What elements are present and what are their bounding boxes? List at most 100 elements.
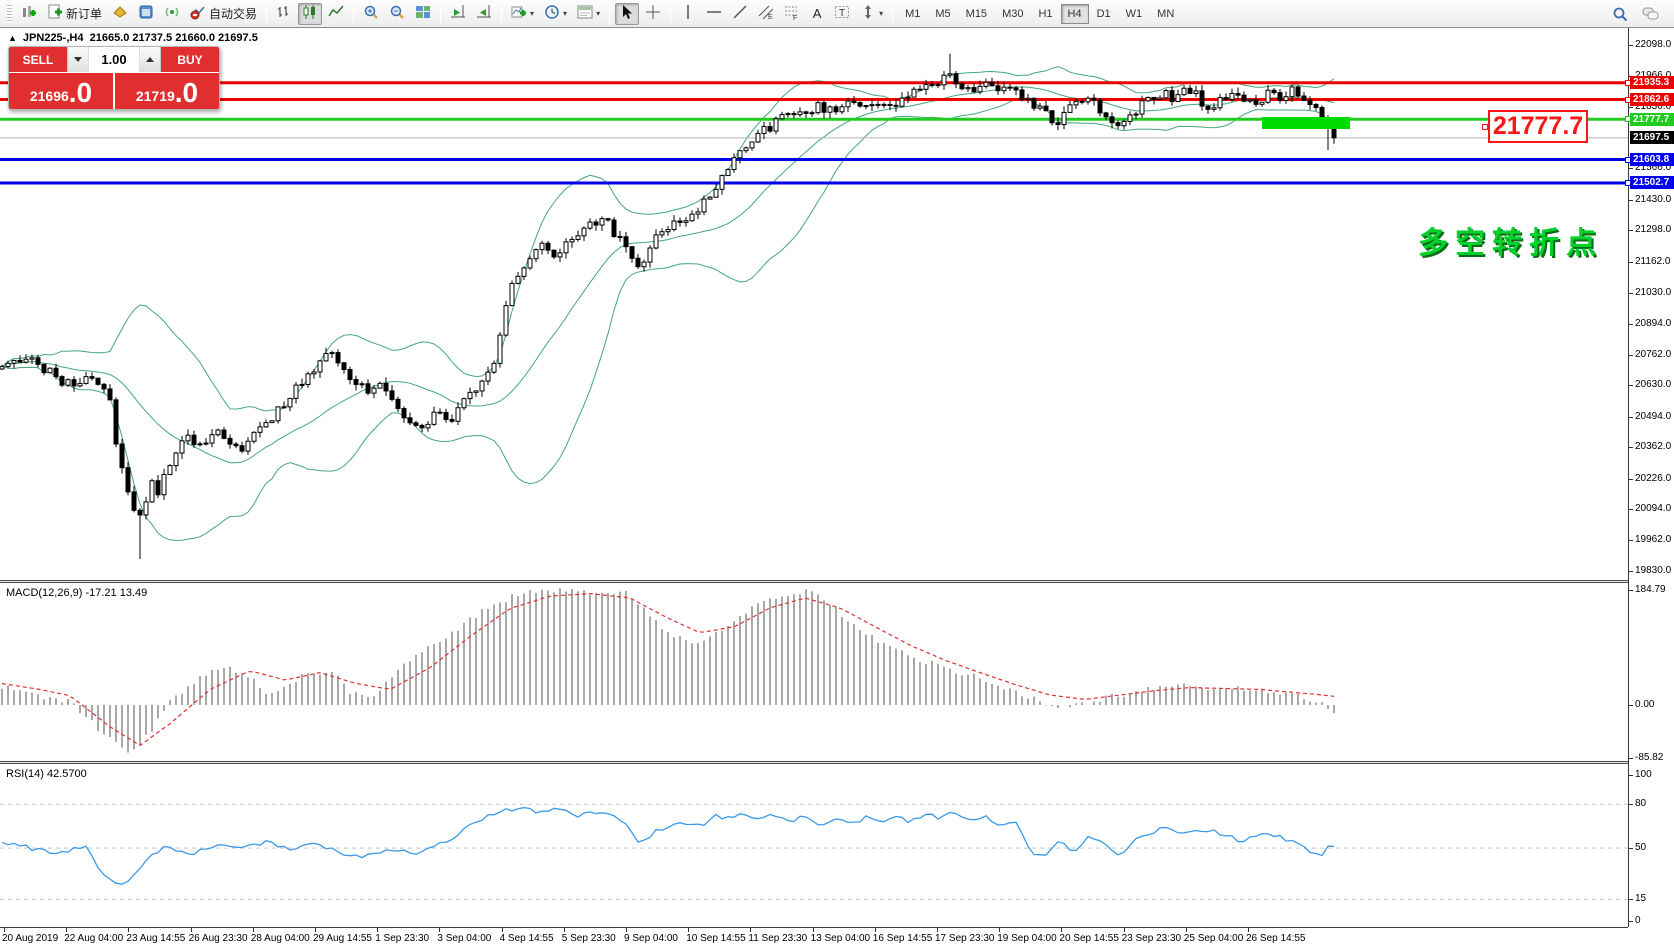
highlight-rectangle-object[interactable] xyxy=(1262,117,1350,129)
buy-price[interactable]: 21719.0 xyxy=(115,73,219,109)
dropdown-caret-icon: ▾ xyxy=(596,9,600,18)
autotrading-button[interactable]: 自动交易 xyxy=(186,3,261,25)
candle-body xyxy=(228,438,232,444)
chat-button[interactable] xyxy=(1638,3,1664,25)
candle-body xyxy=(18,360,22,362)
line-anchor-icon[interactable] xyxy=(1625,180,1631,186)
autotrading-label: 自动交易 xyxy=(209,5,257,22)
time-label: 25 Sep 04:00 xyxy=(1184,933,1244,944)
periods-button[interactable]: ▾ xyxy=(540,3,571,25)
time-axis[interactable]: 20 Aug 201922 Aug 04:0023 Aug 14:5526 Au… xyxy=(0,927,1628,948)
line-anchor-icon[interactable] xyxy=(1625,116,1631,122)
candle-body xyxy=(1074,101,1078,105)
candle-body xyxy=(738,151,742,158)
sell-button[interactable]: SELL xyxy=(9,47,67,72)
rsi-line xyxy=(2,808,1334,885)
data-window-button[interactable] xyxy=(134,3,158,25)
axis-tick xyxy=(1629,447,1633,448)
chart-shift-button[interactable] xyxy=(472,3,496,25)
indicators-button[interactable]: ▾ xyxy=(507,3,538,25)
axis-tick xyxy=(1629,45,1633,46)
zoom-out-button[interactable] xyxy=(385,3,409,25)
buy-button[interactable]: BUY xyxy=(161,47,219,72)
axis-tick-label: 20362.0 xyxy=(1635,441,1671,452)
search-button[interactable] xyxy=(1608,3,1632,25)
timeframe-H4[interactable]: H4 xyxy=(1061,4,1089,24)
channel-tool[interactable]: E xyxy=(754,3,778,25)
macd-panel-canvas[interactable] xyxy=(0,583,1628,761)
candle-body xyxy=(558,253,562,257)
bar-chart-button[interactable] xyxy=(272,3,296,25)
timeframe-M15[interactable]: M15 xyxy=(959,4,994,24)
cursor-button[interactable] xyxy=(615,3,639,25)
timeframe-D1[interactable]: D1 xyxy=(1090,4,1118,24)
time-label: 10 Sep 14:55 xyxy=(686,933,746,944)
candle-body xyxy=(498,335,502,363)
market-watch-button[interactable] xyxy=(108,3,132,25)
volume-stepper: 1.00 xyxy=(67,47,161,72)
line-anchor-icon[interactable] xyxy=(1625,97,1631,103)
candle-body xyxy=(828,107,832,112)
dropdown-caret-icon: ▾ xyxy=(563,9,567,18)
candle-body xyxy=(690,214,694,221)
volume-increase-button[interactable] xyxy=(140,47,160,72)
candle-body xyxy=(1212,108,1216,110)
triangle-up-icon xyxy=(146,57,154,62)
bar-chart-icon xyxy=(276,4,292,23)
fibonacci-tool[interactable]: F xyxy=(780,3,804,25)
vertical-line-tool[interactable] xyxy=(676,3,700,25)
horizontal-line-tool[interactable] xyxy=(702,3,726,25)
text-tool[interactable]: A xyxy=(806,3,828,25)
zoom-in-button[interactable] xyxy=(359,3,383,25)
timeframe-H1[interactable]: H1 xyxy=(1031,4,1059,24)
tile-windows-button[interactable] xyxy=(411,3,435,25)
candle-body xyxy=(804,112,808,114)
volume-decrease-button[interactable] xyxy=(68,47,88,72)
turning-point-text-object[interactable]: 多空转折点 xyxy=(1418,218,1603,262)
candle-body xyxy=(102,384,106,389)
shapes-tool[interactable]: ▾ xyxy=(856,3,887,25)
candle-body xyxy=(834,107,838,112)
indicators-icon xyxy=(511,4,527,23)
timeframe-MN[interactable]: MN xyxy=(1150,4,1181,24)
sell-price[interactable]: 21696.0 xyxy=(9,73,113,109)
new-order-button[interactable]: 新订单 xyxy=(43,3,106,25)
main-chart-canvas[interactable] xyxy=(0,28,1628,580)
price-axis[interactable]: 22098.021966.021830.021566.021430.021298… xyxy=(1628,28,1674,927)
candle-body xyxy=(1296,87,1300,96)
time-tick xyxy=(1061,928,1062,932)
candle-body xyxy=(912,89,916,97)
tile-windows-icon xyxy=(415,4,431,23)
timeframe-M1[interactable]: M1 xyxy=(898,4,927,24)
rsi-panel-canvas[interactable] xyxy=(0,764,1628,927)
auto-scroll-button[interactable] xyxy=(446,3,470,25)
panel-divider[interactable] xyxy=(0,580,1674,583)
templates-button[interactable]: ▾ xyxy=(573,3,604,25)
toolbar-grip[interactable] xyxy=(7,5,12,23)
trendline-tool[interactable] xyxy=(728,3,752,25)
label-tool[interactable]: T xyxy=(830,3,854,25)
volume-input[interactable]: 1.00 xyxy=(88,47,140,72)
price-tag-object[interactable]: 21777.7 xyxy=(1488,110,1588,143)
time-tick xyxy=(128,928,129,932)
panel-divider[interactable] xyxy=(0,761,1674,764)
axis-tick-label: 22098.0 xyxy=(1635,39,1671,50)
candle-body xyxy=(474,391,478,392)
timeframe-M5[interactable]: M5 xyxy=(928,4,957,24)
candlestick-button[interactable] xyxy=(298,3,322,25)
candle-body xyxy=(522,268,526,276)
signals-button[interactable] xyxy=(160,3,184,25)
timeframe-W1[interactable]: W1 xyxy=(1119,4,1150,24)
axis-tick-label: 19962.0 xyxy=(1635,534,1671,545)
line-chart-button[interactable] xyxy=(324,3,348,25)
time-tick xyxy=(502,928,503,932)
collapse-icon[interactable]: ▲ xyxy=(8,33,17,43)
line-anchor-icon[interactable] xyxy=(1625,80,1631,86)
crosshair-button[interactable] xyxy=(641,3,665,25)
candle-body xyxy=(852,101,856,103)
time-label: 23 Sep 23:30 xyxy=(1122,933,1182,944)
candle-body xyxy=(48,368,52,372)
new-chart-button[interactable] xyxy=(17,3,41,25)
line-anchor-icon[interactable] xyxy=(1625,157,1631,163)
timeframe-M30[interactable]: M30 xyxy=(995,4,1030,24)
